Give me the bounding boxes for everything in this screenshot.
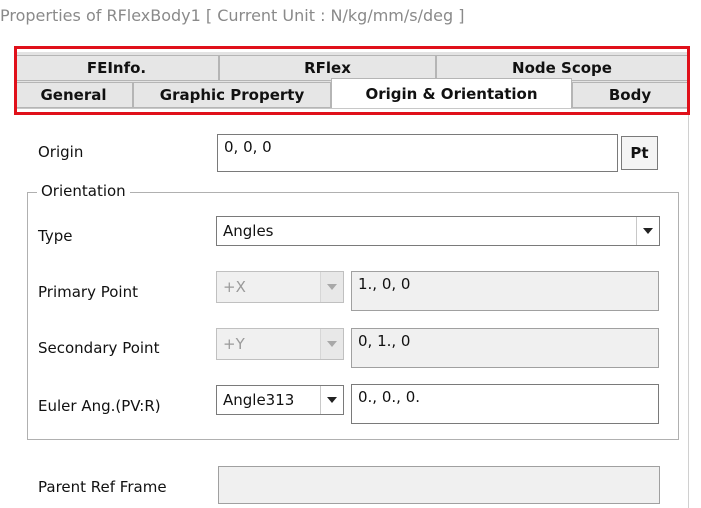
tab-feinfo[interactable]: FEInfo.: [14, 55, 219, 81]
tab-general[interactable]: General: [14, 82, 133, 108]
type-dropdown[interactable]: Angles: [216, 216, 660, 246]
tab-body[interactable]: Body: [572, 82, 688, 108]
chevron-down-icon[interactable]: [320, 272, 343, 302]
type-label: Type: [38, 227, 73, 245]
tab-graphic-property[interactable]: Graphic Property: [133, 82, 331, 108]
window-title: Properties of RFlexBody1 [ Current Unit …: [0, 6, 465, 25]
parent-ref-frame-input[interactable]: [218, 466, 660, 504]
origin-label: Origin: [38, 143, 84, 161]
orientation-group-title: Orientation: [37, 182, 130, 200]
panel-top-border: [14, 108, 688, 109]
euler-angle-input[interactable]: 0., 0., 0.: [351, 384, 659, 424]
primary-axis-value: +X: [223, 278, 246, 296]
secondary-axis-dropdown[interactable]: +Y: [216, 328, 344, 360]
secondary-point-input[interactable]: 0, 1., 0: [351, 328, 659, 368]
primary-point-label: Primary Point: [38, 283, 138, 301]
pt-button[interactable]: Pt: [621, 136, 658, 170]
panel-right-border: [688, 108, 689, 508]
primary-point-input[interactable]: 1., 0, 0: [351, 271, 659, 311]
secondary-axis-value: +Y: [223, 335, 245, 353]
type-value: Angles: [223, 222, 274, 240]
chevron-down-icon[interactable]: [636, 217, 659, 245]
euler-label: Euler Ang.(PV:R): [38, 397, 161, 415]
secondary-point-label: Secondary Point: [38, 339, 160, 357]
parent-ref-frame-label: Parent Ref Frame: [38, 478, 167, 496]
origin-input[interactable]: 0, 0, 0: [217, 134, 618, 172]
chevron-down-icon[interactable]: [320, 386, 343, 414]
primary-axis-dropdown[interactable]: +X: [216, 271, 344, 303]
tab-origin-orientation[interactable]: Origin & Orientation: [331, 78, 572, 109]
euler-mode-value: Angle313: [223, 391, 295, 409]
chevron-down-icon[interactable]: [320, 329, 343, 359]
euler-mode-dropdown[interactable]: Angle313: [216, 385, 344, 415]
